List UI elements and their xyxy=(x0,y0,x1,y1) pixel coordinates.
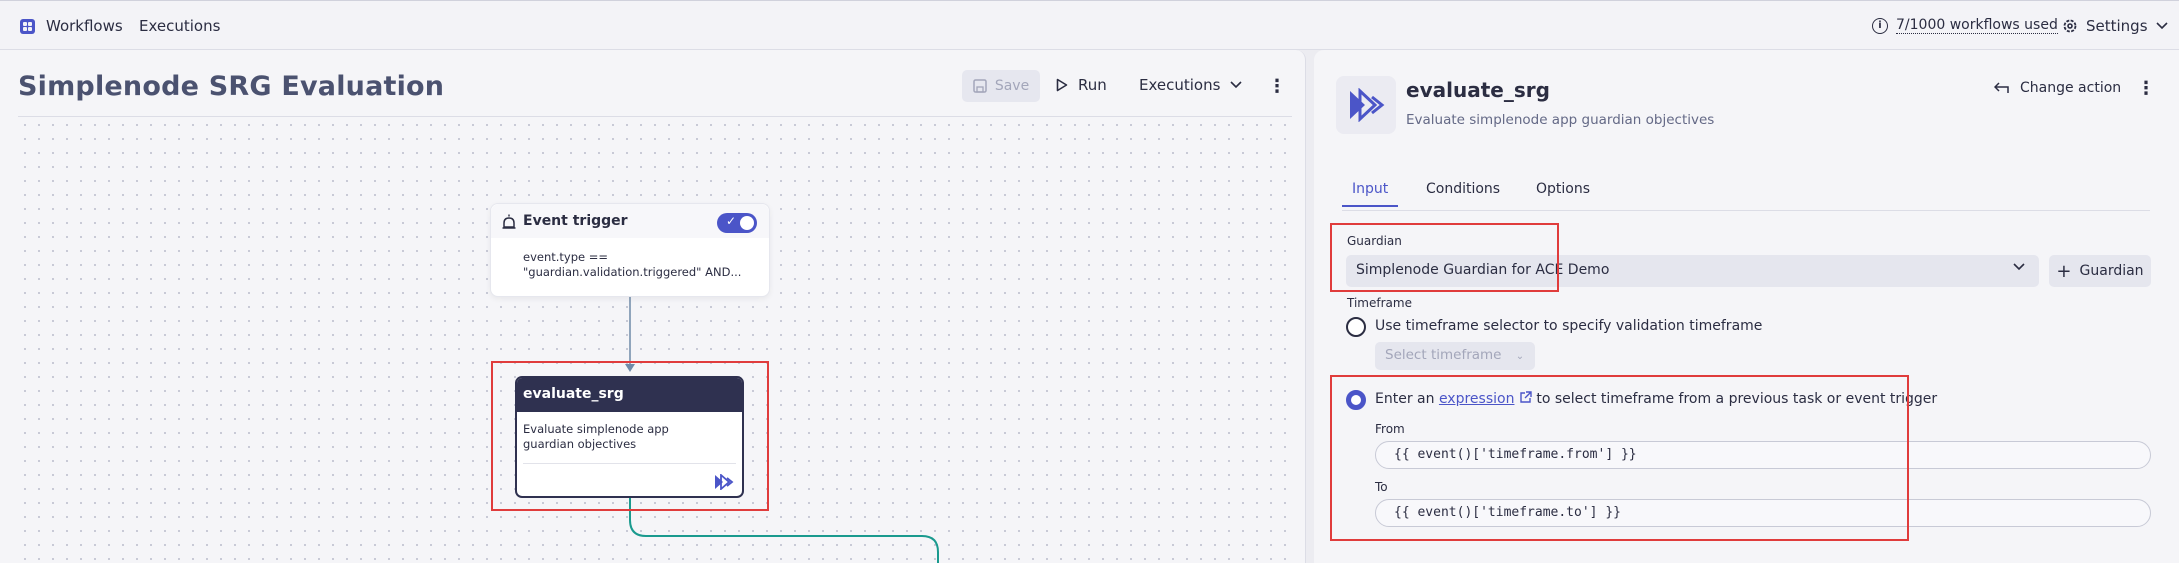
highlight-box-node xyxy=(491,361,769,511)
site-reliability-guardian-icon xyxy=(1350,88,1385,122)
action-more-options-icon[interactable]: ⋮ xyxy=(2137,80,2155,98)
timeframe-selector-label[interactable]: Use timeframe selector to specify valida… xyxy=(1375,318,1762,334)
workflows-app-icon[interactable] xyxy=(20,19,35,34)
nav-workflows[interactable]: Workflows xyxy=(46,17,123,35)
change-action-button[interactable]: Change action xyxy=(1994,80,2121,96)
tab-options[interactable]: Options xyxy=(1536,181,1590,205)
info-icon: i xyxy=(1872,17,1888,34)
select-timeframe-label: Select timeframe xyxy=(1385,347,1502,363)
action-description: Evaluate simplenode app guardian objecti… xyxy=(1406,112,1715,128)
alarm-icon xyxy=(502,214,516,229)
highlight-box-guardian xyxy=(1330,223,1559,292)
highlight-box-expression xyxy=(1330,375,1909,541)
event-trigger-node[interactable]: Event trigger ✓ event.type == "guardian.… xyxy=(490,203,770,297)
action-icon xyxy=(1336,76,1396,134)
timeframe-selector-radio[interactable] xyxy=(1346,317,1366,337)
add-guardian-label: Guardian xyxy=(2079,263,2144,279)
trigger-node-name: Event trigger xyxy=(523,213,628,229)
chevron-down-icon xyxy=(2155,22,2168,30)
gear-icon xyxy=(2063,19,2077,33)
usage-indicator[interactable]: i 7/1000 workflows used xyxy=(1872,17,2058,34)
action-name[interactable]: evaluate_srg xyxy=(1406,78,1550,102)
swap-arrow-icon xyxy=(1994,82,2009,93)
timeframe-label: Timeframe xyxy=(1347,296,1412,310)
plus-icon: + xyxy=(2056,260,2072,282)
add-guardian-button[interactable]: + Guardian xyxy=(2049,255,2151,287)
tab-input[interactable]: Input xyxy=(1342,181,1399,207)
usage-text: 7/1000 workflows used xyxy=(1896,17,2058,34)
chevron-down-icon: ⌄ xyxy=(1515,351,1525,362)
change-action-label: Change action xyxy=(2020,80,2122,96)
action-details-panel: evaluate_srg Evaluate simplenode app gua… xyxy=(1314,50,2179,563)
workflow-editor-panel: Simplenode SRG Evaluation Save Run Execu… xyxy=(0,50,1306,563)
trigger-enabled-toggle[interactable]: ✓ xyxy=(717,213,757,233)
settings-label: Settings xyxy=(2086,17,2148,35)
tab-conditions[interactable]: Conditions xyxy=(1426,181,1500,205)
trigger-condition: event.type == "guardian.validation.trigg… xyxy=(523,250,741,280)
check-icon: ✓ xyxy=(726,214,737,228)
select-timeframe-dropdown[interactable]: Select timeframe ⌄ xyxy=(1375,342,1535,370)
details-tabs: Input Conditions Options xyxy=(1342,181,2150,211)
top-bar: Workflows Executions i 7/1000 workflows … xyxy=(0,0,2179,50)
settings-menu[interactable]: Settings xyxy=(2062,17,2168,35)
trigger-condition-line2: "guardian.validation.triggered" AND... xyxy=(523,265,742,279)
nav-executions[interactable]: Executions xyxy=(139,17,220,35)
trigger-condition-line1: event.type == xyxy=(523,250,609,264)
chevron-down-icon xyxy=(2013,263,2025,271)
